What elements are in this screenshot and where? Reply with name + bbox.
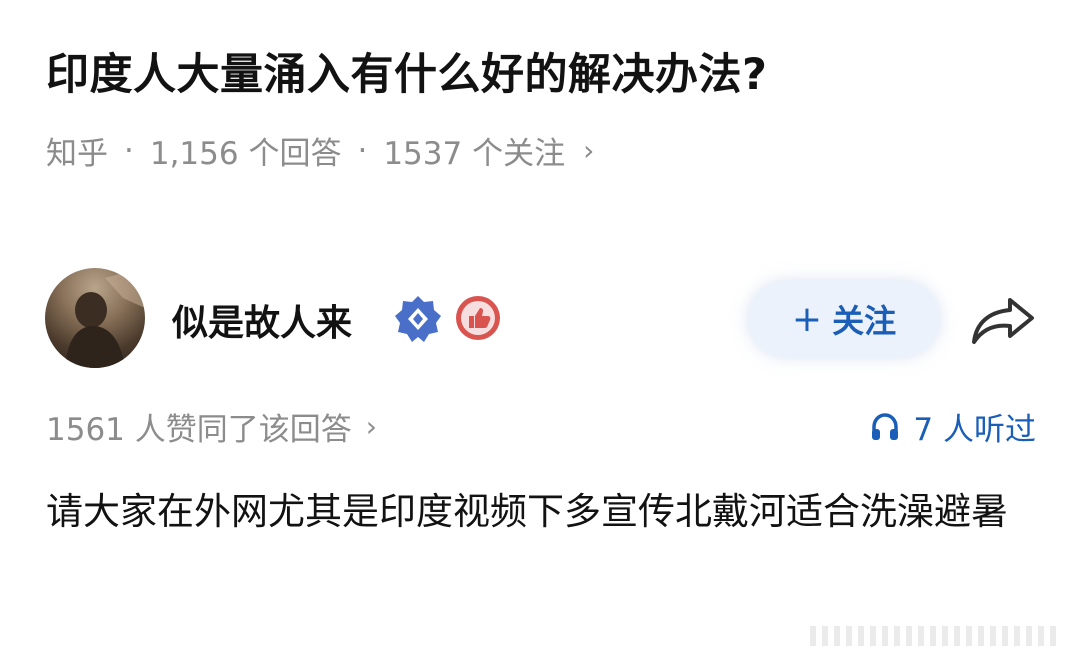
headphones-icon — [872, 412, 899, 440]
answer-text[interactable]: 请大家在外网尤其是印度视频下多宣传北戴河适合洗澡避暑 — [46, 480, 1036, 545]
chevron-right-icon: › — [583, 134, 595, 167]
source-label: 知乎 — [46, 136, 108, 172]
avatar[interactable] — [45, 268, 145, 368]
answer-count: 1,156 个回答 — [149, 136, 342, 172]
follower-count: 1537 个关注 — [383, 136, 566, 172]
follow-label: 关注 — [832, 302, 897, 340]
watermark — [810, 626, 1060, 646]
likes-row[interactable]: 1561 人赞同了该回答 › — [46, 404, 377, 449]
question-title[interactable]: 印度人大量涌入有什么好的解决办法? — [46, 40, 767, 102]
listener-count: 7 人听过 — [913, 412, 1036, 448]
question-meta[interactable]: 知乎 · 1,156 个回答 · 1537 个关注 › — [46, 128, 594, 173]
verified-badge-icon — [395, 296, 441, 342]
chevron-right-icon: › — [365, 410, 377, 443]
thumbs-up-badge-icon — [456, 296, 500, 340]
avatar-image — [65, 268, 145, 368]
separator-dot: · — [124, 132, 134, 169]
author-name[interactable]: 似是故人来 — [172, 294, 352, 346]
follow-button[interactable]: + 关注 — [748, 281, 940, 357]
share-icon[interactable] — [970, 294, 1036, 346]
separator-dot: · — [357, 132, 368, 169]
plus-icon: + — [791, 298, 823, 340]
likes-count: 1561 人赞同了该回答 — [46, 412, 352, 448]
listen-button[interactable]: 7 人听过 — [869, 404, 1036, 449]
